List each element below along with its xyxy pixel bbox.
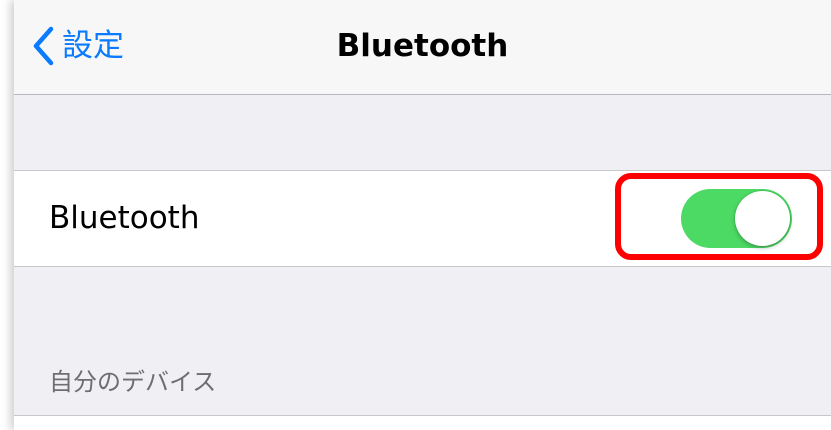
navigation-bar: 設定 Bluetooth	[14, 0, 831, 95]
settings-screen: 設定 Bluetooth Bluetooth 自分のデバイス	[14, 0, 831, 430]
toggle-knob	[735, 191, 790, 246]
bluetooth-toggle[interactable]	[681, 189, 792, 248]
page-title: Bluetooth	[336, 28, 509, 64]
bluetooth-label: Bluetooth	[49, 200, 200, 236]
my-devices-section-header: 自分のデバイス	[49, 368, 217, 396]
device-list-start	[14, 416, 831, 430]
bluetooth-setting-row: Bluetooth	[14, 170, 831, 267]
